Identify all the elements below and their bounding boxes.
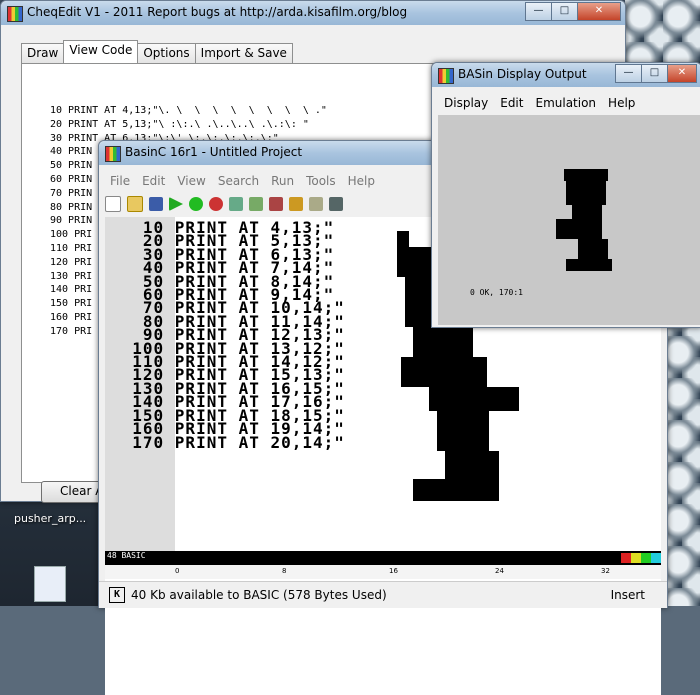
sprite-pixels xyxy=(556,219,602,239)
run-to-icon[interactable] xyxy=(269,197,283,211)
block-graphic xyxy=(437,411,489,451)
scale-mark: 0 xyxy=(175,567,180,575)
program-line[interactable]: 170 PRINT AT 20,14;" xyxy=(111,434,345,451)
block-graphic xyxy=(413,479,499,501)
sprite-pixels xyxy=(578,239,608,259)
new-file-icon[interactable] xyxy=(105,196,121,212)
ruler-label: 48 BASIC xyxy=(107,551,146,560)
menu-display[interactable]: Display xyxy=(438,93,494,113)
cheqedit-app-icon xyxy=(7,6,23,22)
basinc-toolbar xyxy=(105,193,349,215)
menu-tools[interactable]: Tools xyxy=(300,171,342,191)
basinc-title: BasinC 16r1 - Untitled Project xyxy=(125,145,303,159)
stop-icon[interactable] xyxy=(209,197,223,211)
code-line[interactable]: 10 PRINT AT 4,13;"\. \ \ \ \ \ \ \ \ ." xyxy=(50,104,327,118)
spectrum-status-ruler: 48 BASIC xyxy=(105,551,661,565)
menu-file[interactable]: File xyxy=(104,171,136,191)
tab-options[interactable]: Options xyxy=(137,43,196,63)
save-icon[interactable] xyxy=(149,197,163,211)
cheqedit-titlebar[interactable]: CheqEdit V1 - 2011 Report bugs at http:/… xyxy=(1,1,625,25)
menu-edit[interactable]: Edit xyxy=(494,93,529,113)
tab-draw[interactable]: Draw xyxy=(21,43,65,63)
insert-mode: Insert xyxy=(610,588,645,602)
menu-search[interactable]: Search xyxy=(212,171,265,191)
display-title: BASin Display Output xyxy=(458,67,587,81)
breakpoint-icon[interactable] xyxy=(289,197,303,211)
tab-view-code[interactable]: View Code xyxy=(63,40,139,63)
desktop-icon-label[interactable]: pusher_arp... xyxy=(14,512,86,525)
cheqedit-tabs: Draw View Code Options Import & Save xyxy=(21,40,293,63)
open-folder-icon[interactable] xyxy=(127,196,143,212)
scale-mark: 16 xyxy=(389,567,398,575)
scale-mark: 32 xyxy=(601,567,610,575)
minimize-icon[interactable]: — xyxy=(525,2,552,21)
spectrum-ok-message: 0 OK, 170:1 xyxy=(470,288,523,297)
basinc-app-icon xyxy=(105,146,121,162)
maximize-icon[interactable]: □ xyxy=(551,2,578,21)
minimize-icon[interactable]: — xyxy=(615,64,642,83)
desktop-file-icon[interactable] xyxy=(34,566,66,602)
block-graphic xyxy=(445,451,499,481)
cheqedit-title: CheqEdit V1 - 2011 Report bugs at http:/… xyxy=(27,5,408,19)
block-graphic xyxy=(413,327,473,357)
sprite-pixels xyxy=(566,179,606,205)
spectrum-screen[interactable]: 0 OK, 170:1 xyxy=(438,115,700,325)
menu-help[interactable]: Help xyxy=(602,93,641,113)
watch-icon[interactable] xyxy=(309,197,323,211)
display-menubar: Display Edit Emulation Help xyxy=(438,93,641,113)
menu-help[interactable]: Help xyxy=(342,171,381,191)
run-icon[interactable] xyxy=(169,197,183,211)
step-over-icon[interactable] xyxy=(249,197,263,211)
sprite-pixels xyxy=(566,259,612,271)
step-icon[interactable] xyxy=(229,197,243,211)
continue-icon[interactable] xyxy=(189,197,203,211)
program-text[interactable]: 10 PRINT AT 4,13;" 20 PRINT AT 5,13;" 30… xyxy=(111,219,345,451)
code-line[interactable]: 20 PRINT AT 5,13;"\ :\:.\ .\..\..\ .\.:\… xyxy=(50,118,327,132)
block-graphic xyxy=(429,387,519,411)
scale-mark: 8 xyxy=(282,567,287,575)
rainbow-stripes xyxy=(621,553,661,563)
block-graphic xyxy=(401,357,487,387)
close-icon[interactable]: ✕ xyxy=(667,64,697,83)
display-output-window: BASin Display Output — □ ✕ Display Edit … xyxy=(431,62,700,328)
close-icon[interactable]: ✕ xyxy=(577,2,621,21)
memory-icon[interactable] xyxy=(329,197,343,211)
column-scale: 0 8 16 24 32 xyxy=(105,565,661,579)
maximize-icon[interactable]: □ xyxy=(641,64,668,83)
menu-edit[interactable]: Edit xyxy=(136,171,171,191)
menu-view[interactable]: View xyxy=(171,171,211,191)
basinc-menubar: File Edit View Search Run Tools Help xyxy=(104,171,381,191)
cursor-mode-indicator: K xyxy=(109,587,125,603)
tab-import-save[interactable]: Import & Save xyxy=(194,43,293,63)
basinc-statusbar: K 40 Kb available to BASIC (578 Bytes Us… xyxy=(99,581,667,608)
memory-status: 40 Kb available to BASIC (578 Bytes Used… xyxy=(131,588,387,602)
scale-mark: 24 xyxy=(495,567,504,575)
menu-run[interactable]: Run xyxy=(265,171,300,191)
display-app-icon xyxy=(438,68,454,84)
menu-emulation[interactable]: Emulation xyxy=(529,93,602,113)
display-titlebar[interactable]: BASin Display Output — □ ✕ xyxy=(432,63,700,87)
